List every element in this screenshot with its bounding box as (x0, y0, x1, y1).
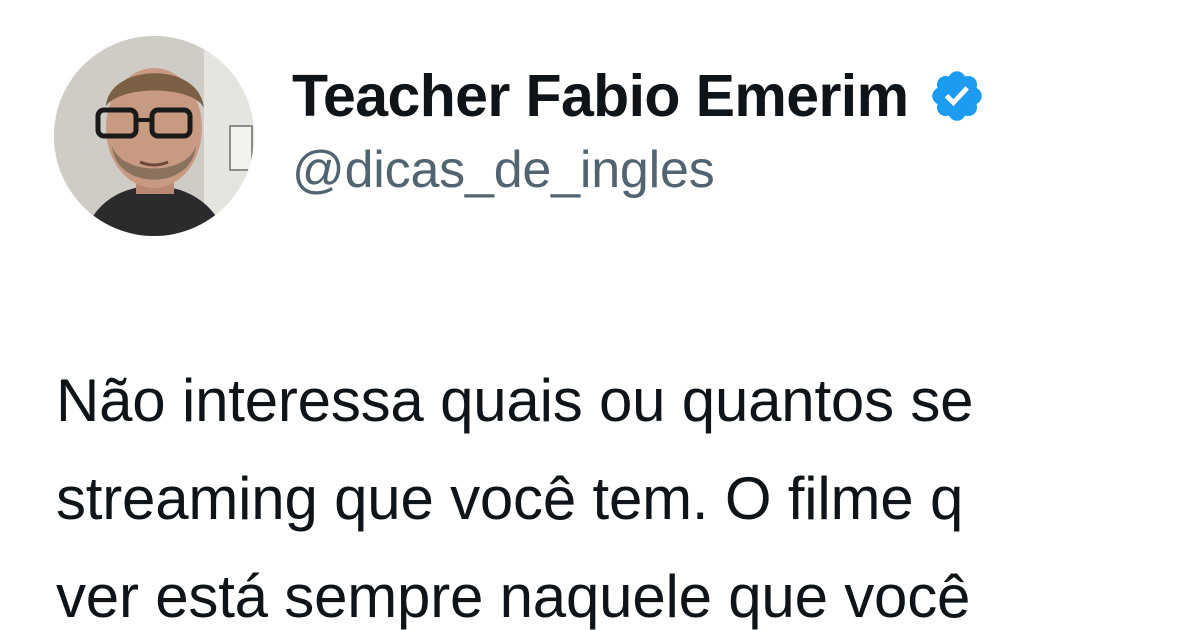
author-info: Teacher Fabio Emerim @dicas_de_ingles (292, 60, 1152, 202)
tweet-text: Não interessa quais ou quantos se stream… (56, 352, 1200, 630)
tweet-text-line: Não interessa quais ou quantos se (56, 367, 974, 434)
name-row: Teacher Fabio Emerim (292, 60, 1152, 132)
display-name[interactable]: Teacher Fabio Emerim (292, 60, 909, 132)
tweet-text-line: ver está sempre naquele que você (56, 563, 971, 630)
tweet-card: Teacher Fabio Emerim @dicas_de_ingles Nã… (0, 0, 1200, 630)
profile-photo-icon (54, 36, 254, 236)
avatar[interactable] (54, 36, 254, 236)
tweet-text-line: streaming que você tem. O filme q (56, 465, 964, 532)
verified-badge-icon[interactable] (928, 67, 986, 125)
tweet-header: Teacher Fabio Emerim @dicas_de_ingles (54, 36, 1154, 236)
user-handle[interactable]: @dicas_de_ingles (292, 138, 1152, 202)
